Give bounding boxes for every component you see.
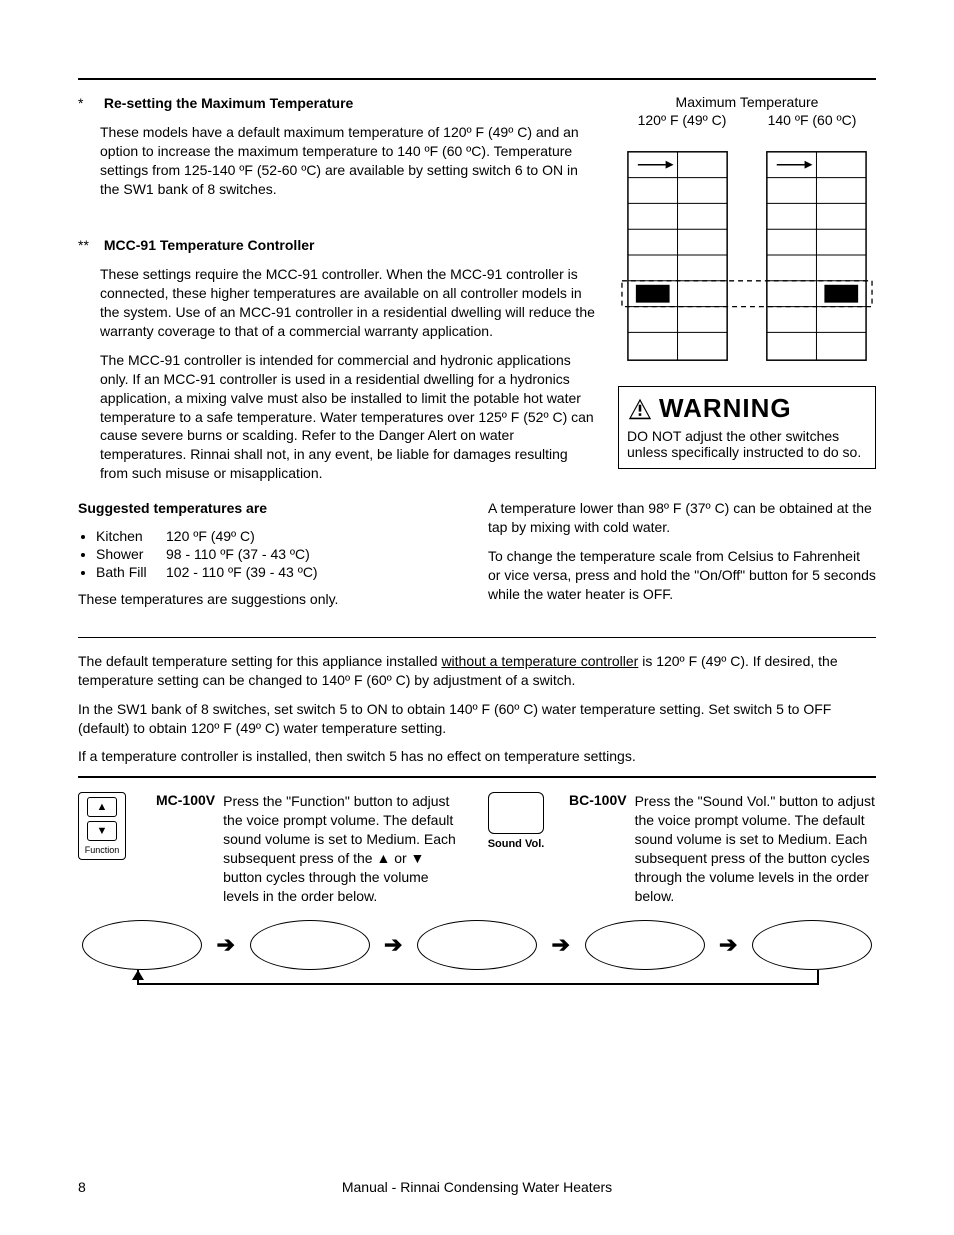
section2-heading-line: ** MCC-91 Temperature Controller [78, 236, 598, 255]
sound-vol-button-illustration: Sound Vol. [481, 792, 551, 905]
flow-oval [82, 920, 202, 970]
mc-label: MC-100V [156, 792, 223, 905]
flow-oval [585, 920, 705, 970]
warning-body: DO NOT adjust the other switches unless … [627, 428, 867, 460]
max-temp-left-label: 120º F (49º C) [622, 112, 742, 128]
dip-switch-svg [618, 136, 876, 376]
suggest-list: Kitchen120 ºF (49º C) Shower98 - 110 ºF … [96, 528, 458, 580]
section2-p1: These settings require the MCC-91 contro… [78, 265, 598, 341]
down-arrow-icon: ▼ [87, 821, 117, 841]
mixing-note: A temperature lower than 98º F (37º C) c… [488, 499, 876, 537]
top-rule [78, 78, 876, 80]
mid-rule [78, 637, 876, 638]
underlined-phrase: without a temperature controller [441, 653, 638, 669]
up-arrow-icon: ▲ [87, 797, 117, 817]
page-number: 8 [78, 1179, 118, 1195]
page-footer: 8 Manual - Rinnai Condensing Water Heate… [78, 1179, 876, 1195]
flow-oval [752, 920, 872, 970]
function-label: Function [85, 845, 120, 855]
max-temp-title: Maximum Temperature [618, 94, 876, 110]
warning-title: WARNING [659, 393, 792, 424]
loopback-arrow [78, 970, 876, 998]
asterisk-double: ** [78, 236, 100, 255]
warning-heading: WARNING [627, 393, 867, 424]
flow-oval [417, 920, 537, 970]
sound-vol-label: Sound Vol. [481, 838, 551, 850]
arrow-right-icon: ➔ [384, 932, 402, 958]
volume-cycle-diagram: ➔ ➔ ➔ ➔ [78, 920, 876, 970]
bc-label: BC-100V [569, 792, 635, 905]
suggest-note: These temperatures are suggestions only. [78, 590, 458, 609]
max-temp-right-label: 140 ºF (60 ºC) [752, 112, 872, 128]
default-p3: If a temperature controller is installed… [78, 747, 876, 766]
default-p1: The default temperature setting for this… [78, 652, 876, 690]
dip-switch-diagram [618, 136, 876, 376]
list-item: Bath Fill102 - 110 ºF (39 - 43 ºC) [96, 564, 458, 580]
asterisk-single: * [78, 94, 100, 113]
mc-text: Press the "Function" button to adjust th… [223, 792, 463, 905]
section1-body: These models have a default maximum temp… [78, 123, 598, 199]
scale-change-note: To change the temperature scale from Cel… [488, 547, 876, 604]
arrow-right-icon: ➔ [552, 932, 570, 958]
list-item: Shower98 - 110 ºF (37 - 43 ºC) [96, 546, 458, 562]
sound-vol-box-icon [488, 792, 544, 834]
warning-box: WARNING DO NOT adjust the other switches… [618, 386, 876, 469]
manual-page: * Re-setting the Maximum Temperature The… [0, 0, 954, 1235]
suggest-heading: Suggested temperatures are [78, 499, 458, 518]
function-button-illustration: ▲ ▼ Function [78, 792, 138, 905]
default-p2: In the SW1 bank of 8 switches, set switc… [78, 700, 876, 738]
flow-oval [250, 920, 370, 970]
bottom-rule [78, 776, 876, 778]
warning-triangle-icon [627, 397, 653, 421]
bc-text: Press the "Sound Vol." button to adjust … [635, 792, 876, 905]
section2-p2: The MCC-91 controller is intended for co… [78, 351, 598, 483]
max-temp-panel: Maximum Temperature 120º F (49º C) 140 º… [618, 94, 876, 469]
section1-heading: Re-setting the Maximum Temperature [104, 95, 353, 111]
section1-heading-line: * Re-setting the Maximum Temperature [78, 94, 598, 113]
arrow-right-icon: ➔ [719, 932, 737, 958]
footer-title: Manual - Rinnai Condensing Water Heaters [118, 1179, 876, 1195]
arrow-right-icon: ➔ [217, 932, 235, 958]
section2-heading: MCC-91 Temperature Controller [104, 237, 315, 253]
list-item: Kitchen120 ºF (49º C) [96, 528, 458, 544]
